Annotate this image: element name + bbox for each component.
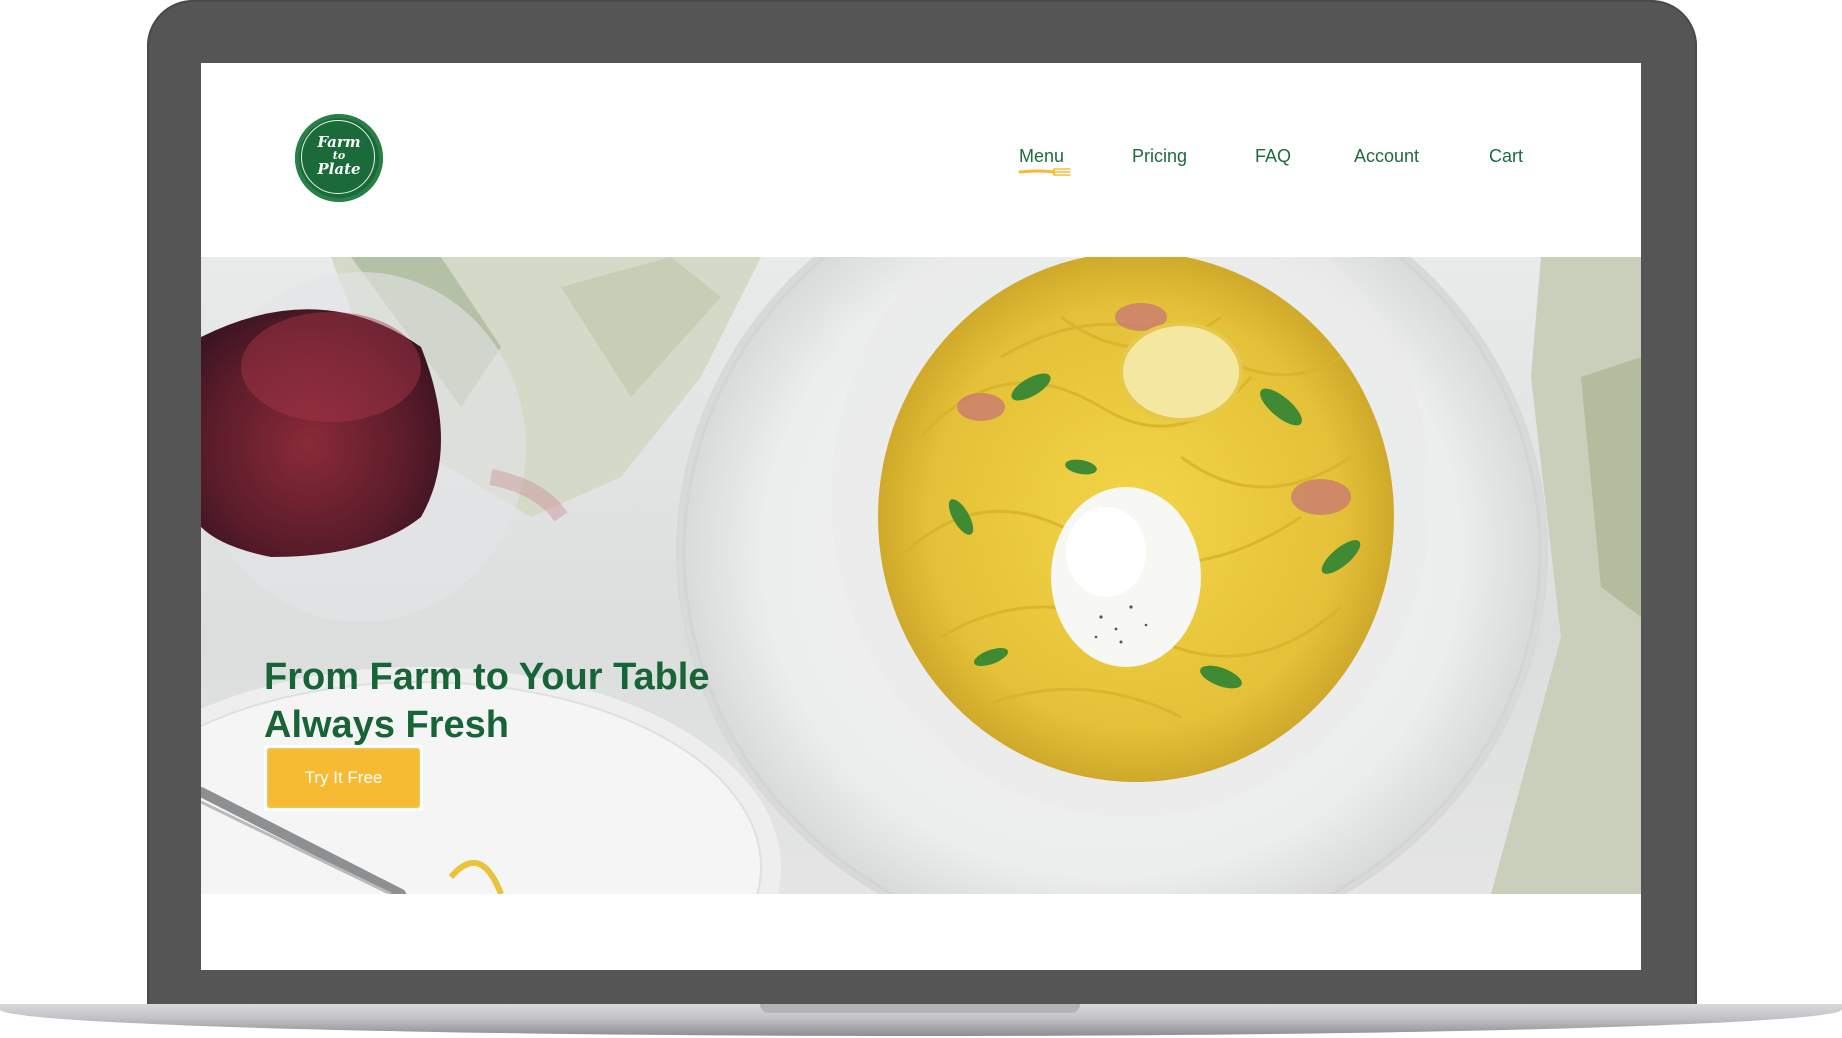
- nav-item-account[interactable]: Account: [1354, 143, 1419, 169]
- nav-item-cart[interactable]: Cart: [1489, 143, 1523, 169]
- hero-headline: From Farm to Your Table Always Fresh: [264, 653, 784, 749]
- site-header: Farm to Plate Menu Pricing FAQ Account C…: [201, 63, 1641, 257]
- nav-item-menu[interactable]: Menu: [1019, 143, 1064, 169]
- laptop-notch: [760, 1004, 1080, 1013]
- try-it-free-label: Try It Free: [267, 748, 420, 808]
- headline-line-2: Always Fresh: [264, 704, 509, 747]
- try-it-free-button[interactable]: Try It Free: [264, 745, 423, 811]
- below-hero-area: [201, 894, 1641, 970]
- nav-item-faq[interactable]: FAQ: [1255, 143, 1291, 169]
- fork-icon: [1018, 168, 1071, 176]
- browser-screen: Farm to Plate Menu Pricing FAQ Account C…: [201, 63, 1641, 970]
- nav-item-pricing[interactable]: Pricing: [1132, 143, 1187, 169]
- hero-banner: From Farm to Your Table Always Fresh Try…: [201, 257, 1641, 894]
- headline-line-1: From Farm to Your Table: [264, 656, 710, 699]
- main-nav: Menu Pricing FAQ Account Cart: [201, 143, 1641, 183]
